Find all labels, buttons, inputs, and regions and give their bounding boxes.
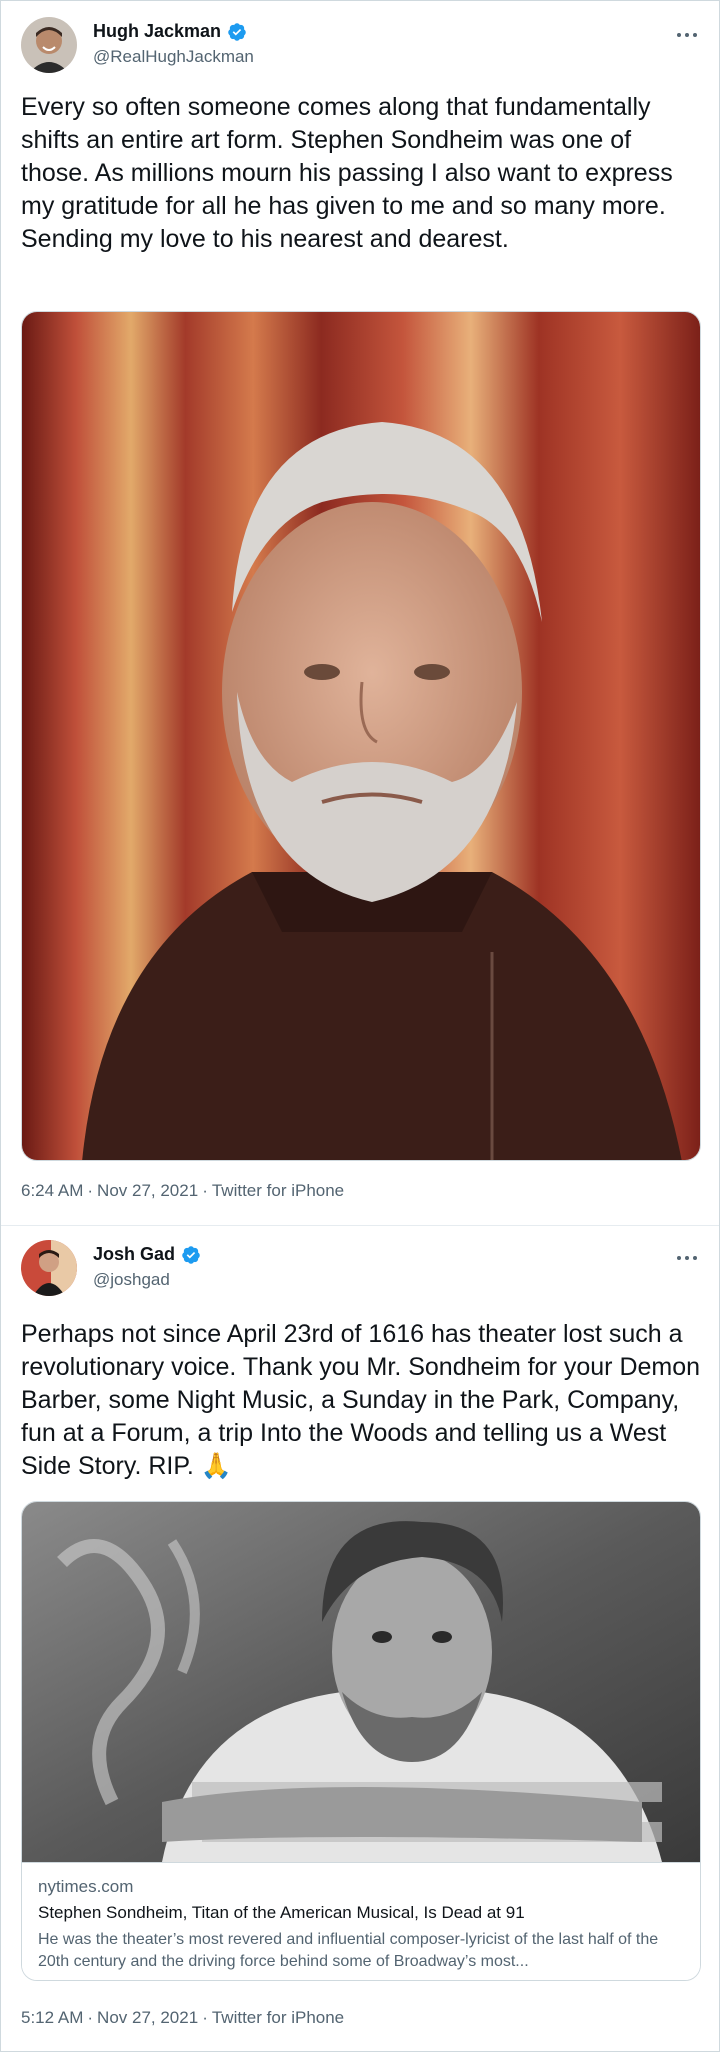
avatar[interactable] — [21, 17, 77, 73]
tweet-header: Josh Gad @joshgad — [21, 1240, 701, 1296]
tweet-screenshot: Hugh Jackman @RealHughJackman Every so o… — [0, 0, 720, 2052]
verified-badge-icon — [228, 22, 246, 41]
author-name-row: Hugh Jackman — [93, 21, 247, 42]
tweet-source[interactable]: Twitter for iPhone — [212, 1181, 344, 1200]
card-text: nytimes.com Stephen Sondheim, Titan of t… — [22, 1862, 700, 1980]
avatar[interactable] — [21, 1240, 77, 1296]
tweet-timestamp: 5:12 AM · Nov 27, 2021 · Twitter for iPhone — [21, 2008, 345, 2027]
tweet-date[interactable]: Nov 27, 2021 — [97, 1181, 198, 1200]
author-name[interactable]: Hugh Jackman — [93, 21, 221, 42]
link-card[interactable]: nytimes.com Stephen Sondheim, Titan of t… — [21, 1501, 701, 1981]
tweet-source[interactable]: Twitter for iPhone — [212, 2008, 344, 2027]
tweet-timestamp: 6:24 AM · Nov 27, 2021 · Twitter for iPhone — [21, 1181, 345, 1200]
tweet-header: Hugh Jackman @RealHughJackman — [21, 17, 701, 73]
tweet-date[interactable]: Nov 27, 2021 — [97, 2008, 198, 2027]
tweet-josh-gad[interactable]: Josh Gad @joshgad Perhaps not since Apri… — [1, 1226, 719, 2052]
author-name-row: Josh Gad — [93, 1244, 201, 1265]
more-horizontal-icon[interactable] — [673, 21, 701, 49]
card-domain: nytimes.com — [38, 1877, 134, 1896]
more-horizontal-icon[interactable] — [673, 1244, 701, 1272]
author-handle[interactable]: @RealHughJackman — [93, 47, 254, 67]
tweet-time[interactable]: 6:24 AM — [21, 1181, 83, 1200]
tweet-time[interactable]: 5:12 AM — [21, 2008, 83, 2027]
tweet-photo[interactable] — [21, 311, 701, 1161]
verified-badge-icon — [182, 1245, 200, 1264]
tweet-text: Every so often someone comes along that … — [21, 93, 673, 253]
author-handle[interactable]: @joshgad — [93, 1270, 170, 1290]
tweet-text: Perhaps not since April 23rd of 1616 has… — [21, 1320, 701, 1480]
portrait-image — [22, 312, 700, 1160]
author-name[interactable]: Josh Gad — [93, 1244, 175, 1265]
card-title: Stephen Sondheim, Titan of the American … — [38, 1903, 525, 1922]
tweet-hugh-jackman[interactable]: Hugh Jackman @RealHughJackman Every so o… — [1, 1, 719, 1226]
card-description: He was the theater’s most revered and in… — [38, 1931, 659, 1970]
card-image — [22, 1502, 700, 1862]
